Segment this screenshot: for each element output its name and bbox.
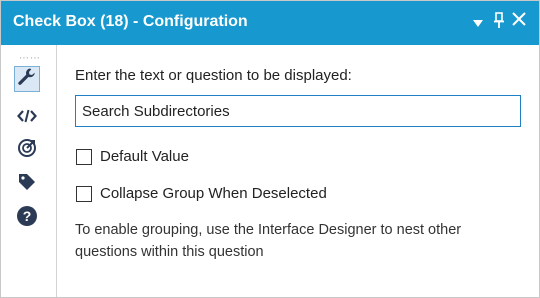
default-value-row[interactable]: Default Value bbox=[75, 148, 189, 165]
tag-icon bbox=[17, 172, 37, 197]
panel-titlebar: Check Box (18) - Configuration bbox=[1, 1, 539, 45]
collapse-group-checkbox[interactable] bbox=[76, 185, 92, 202]
sidebar: ⋯⋯ ? bbox=[1, 45, 57, 297]
pin-icon[interactable] bbox=[493, 12, 505, 33]
sidebar-item-annotation[interactable] bbox=[14, 171, 40, 197]
question-text-input[interactable] bbox=[75, 95, 521, 127]
close-icon[interactable] bbox=[512, 12, 526, 31]
code-brackets-icon bbox=[17, 108, 37, 129]
default-value-label: Default Value bbox=[100, 148, 189, 165]
question-circle-icon: ? bbox=[16, 205, 38, 232]
sidebar-item-connections[interactable] bbox=[14, 137, 40, 163]
sidebar-item-help[interactable]: ? bbox=[14, 205, 40, 231]
collapse-group-row[interactable]: Collapse Group When Deselected bbox=[75, 185, 327, 202]
default-value-checkbox[interactable] bbox=[76, 148, 92, 165]
sidebar-item-code[interactable] bbox=[14, 105, 40, 131]
target-icon bbox=[17, 138, 37, 163]
collapse-group-label: Collapse Group When Deselected bbox=[100, 185, 327, 202]
prompt-label: Enter the text or question to be display… bbox=[75, 67, 352, 84]
panel-title: Check Box (18) - Configuration bbox=[13, 13, 248, 30]
svg-text:?: ? bbox=[23, 208, 32, 224]
grouping-help-text: To enable grouping, use the Interface De… bbox=[75, 222, 462, 260]
wrench-icon bbox=[17, 67, 37, 92]
grip-handle-icon[interactable]: ⋯⋯ bbox=[19, 53, 41, 64]
configuration-panel: Check Box (18) - Configuration ⋯⋯ ? Ente… bbox=[0, 0, 540, 298]
sidebar-item-configuration[interactable] bbox=[14, 66, 40, 92]
dropdown-icon[interactable] bbox=[473, 15, 483, 33]
